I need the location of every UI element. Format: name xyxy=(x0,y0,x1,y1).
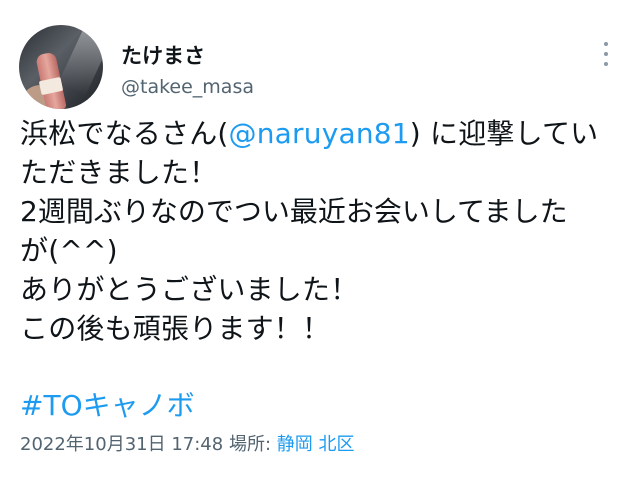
tweet-line: 2週間ぶりなのでつい最近お会いしてました xyxy=(20,192,625,231)
more-dot xyxy=(604,42,608,46)
more-dots-vertical-icon[interactable] xyxy=(596,42,616,66)
avatar-glare xyxy=(57,29,103,97)
tweet-text-segment: 浜松でなるさん( xyxy=(20,117,229,150)
avatar[interactable] xyxy=(19,25,103,109)
location-link[interactable]: 静岡 北区 xyxy=(277,434,355,455)
more-dot xyxy=(604,62,608,66)
location-label: 場所: xyxy=(228,434,272,455)
tweet-text-segment: ) に迎撃してい xyxy=(409,117,599,150)
tweet-line: ただきました！ xyxy=(20,156,218,189)
tweet-line: ありがとうございました！ xyxy=(20,273,359,306)
user-handle[interactable]: @takee_masa xyxy=(121,76,254,98)
display-name[interactable]: たけまさ xyxy=(121,40,205,70)
tweet-meta: 2022年10月31日 17:48 場所: 静岡 北区 xyxy=(20,430,355,456)
tweet-line: この後も頑張ります！！ xyxy=(20,312,331,345)
tweet: たけまさ @takee_masa 浜松でなるさん(@naruyan81) に迎撃… xyxy=(0,0,640,482)
mention-link[interactable]: @naruyan81 xyxy=(229,117,410,150)
hashtag-link[interactable]: #TOキャノボ xyxy=(20,384,195,424)
more-dot xyxy=(604,52,608,56)
tweet-text: 浜松でなるさん(@naruyan81) に迎撃してい ただきました！ 2週間ぶり… xyxy=(20,114,625,348)
tweet-line: 浜松でなるさん(@naruyan81) に迎撃してい xyxy=(20,114,625,153)
timestamp[interactable]: 2022年10月31日 17:48 xyxy=(20,434,223,455)
tweet-text-segment: 2週間ぶりなのでつい最近お会いしてました xyxy=(20,195,568,228)
tweet-line: が(^^) xyxy=(20,234,118,267)
